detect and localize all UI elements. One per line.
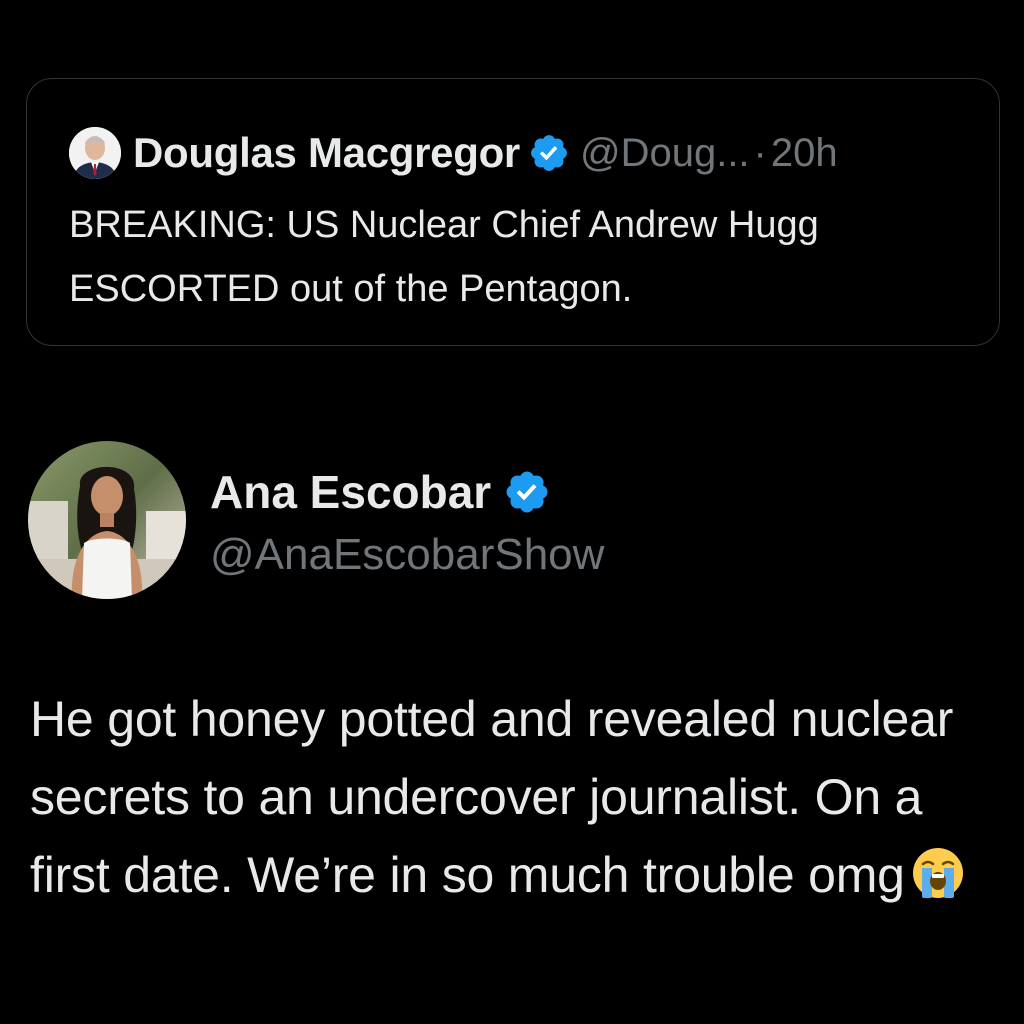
quoted-timestamp[interactable]: 20h [771,131,838,176]
author-handle[interactable]: @AnaEscobarShow [210,530,604,580]
quoted-tweet-text: BREAKING: US Nuclear Chief Andrew Hugg E… [69,204,819,310]
author-name[interactable]: Ana Escobar [210,465,491,519]
loudly-crying-face-icon [911,844,965,898]
woman-portrait-avatar-icon [28,441,186,599]
tweet-text-container: He got honey potted and revealed nuclear… [30,680,1000,914]
quoted-author-name[interactable]: Douglas Macgregor [133,129,520,177]
quoted-tweet-card[interactable]: Douglas Macgregor @Doug... · 20h BREAKIN… [26,78,1000,346]
quoted-author-avatar[interactable] [69,127,121,179]
author-name-line: Ana Escobar [210,460,604,524]
author-avatar[interactable] [28,441,186,599]
separator-dot: · [753,130,767,175]
quoted-tweet-header: Douglas Macgregor @Doug... · 20h [69,125,838,181]
tweet-text: He got honey potted and revealed nuclear… [30,691,954,903]
verified-badge-icon [503,468,551,516]
quoted-author-handle[interactable]: @Doug... [580,131,750,176]
tweet-author-row: Ana Escobar @AnaEscobarShow [28,440,604,600]
author-meta: Ana Escobar @AnaEscobarShow [210,460,604,580]
verified-badge-icon [528,132,570,174]
person-in-suit-avatar-icon [69,127,121,179]
